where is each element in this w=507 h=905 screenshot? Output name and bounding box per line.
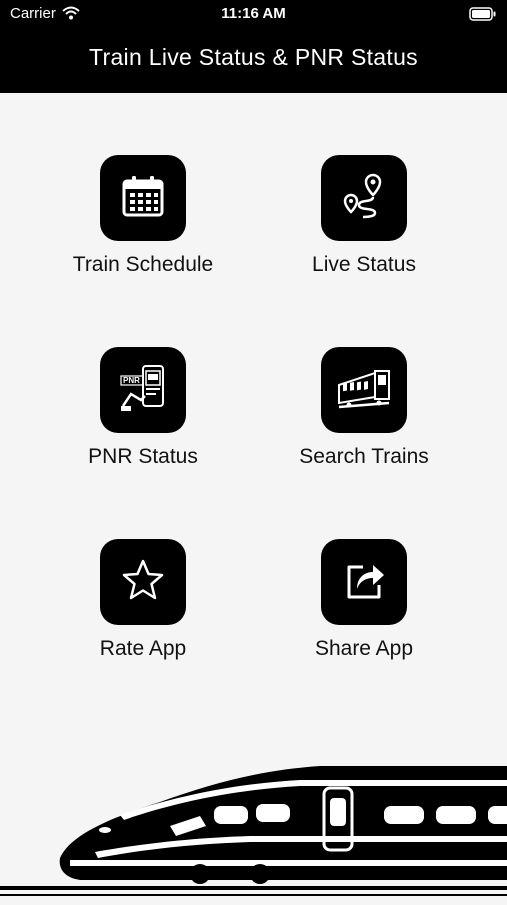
live-status-label: Live Status xyxy=(312,253,416,276)
app-header: Carrier 11:16 AM Train Live Status & PNR… xyxy=(0,0,507,93)
pnr-status-label: PNR Status xyxy=(88,445,198,468)
pnr-ticket-icon: PNR xyxy=(117,362,169,419)
train-carriage-icon xyxy=(335,363,393,418)
rate-app-icon-box xyxy=(100,539,186,625)
pnr-status-icon-box: PNR xyxy=(100,347,186,433)
page-title: Train Live Status & PNR Status xyxy=(88,44,418,70)
rate-app-label: Rate App xyxy=(99,637,187,660)
search-trains-label: Search Trains xyxy=(299,445,429,468)
train-schedule-label: Train Schedule xyxy=(72,253,214,276)
clock: 11:16 AM xyxy=(221,5,286,22)
pnr-status-button[interactable]: PNR PNR Status xyxy=(53,347,233,469)
search-trains-icon-box xyxy=(321,347,407,433)
live-status-button[interactable]: Live Status xyxy=(274,155,454,277)
status-bar: Carrier 11:16 AM xyxy=(0,0,507,28)
search-trains-button[interactable]: Search Trains xyxy=(274,347,454,469)
share-app-label: Share App xyxy=(314,637,414,660)
train-schedule-button[interactable]: Train Schedule xyxy=(53,155,233,277)
calendar-icon xyxy=(120,173,166,224)
battery-icon xyxy=(469,7,497,25)
live-status-icon-box xyxy=(321,155,407,241)
share-app-button[interactable]: Share App xyxy=(274,539,454,661)
train-illustration xyxy=(0,740,507,900)
share-icon xyxy=(341,557,387,608)
train-schedule-icon-box xyxy=(100,155,186,241)
share-app-icon-box xyxy=(321,539,407,625)
route-pin-icon xyxy=(339,171,389,226)
pnr-icon-text: PNR xyxy=(123,376,140,385)
star-icon xyxy=(120,557,166,608)
rate-app-button[interactable]: Rate App xyxy=(53,539,233,661)
